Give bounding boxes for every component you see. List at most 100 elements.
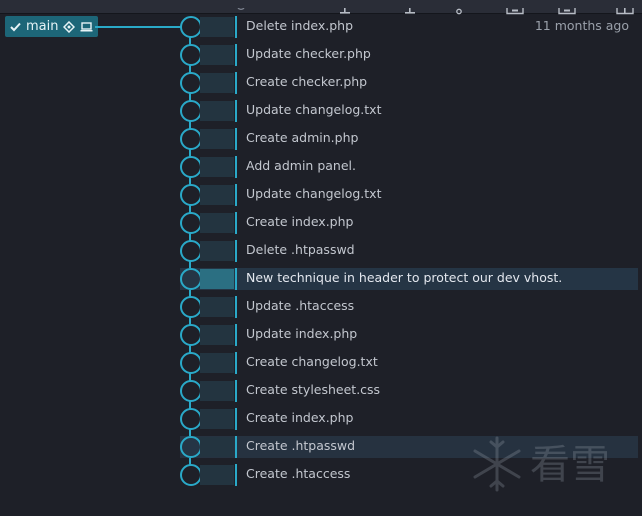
commit-row[interactable]: Update changelog.txt xyxy=(180,184,638,206)
commit-message: Create index.php xyxy=(246,214,354,229)
laptop-icon xyxy=(80,21,93,32)
commit-trail xyxy=(200,269,234,289)
toolbar xyxy=(0,0,642,15)
commit-row[interactable]: Update .htaccess xyxy=(180,296,638,318)
commit-row[interactable]: Create checker.php xyxy=(180,72,638,94)
commit-message: Update checker.php xyxy=(246,46,371,61)
commit-node[interactable] xyxy=(180,408,202,430)
commit-node[interactable] xyxy=(180,100,202,122)
branch-icon[interactable] xyxy=(454,0,464,15)
commit-trail xyxy=(200,465,234,485)
commit-row[interactable]: Create index.php xyxy=(180,212,638,234)
commit-node[interactable] xyxy=(180,240,202,262)
terminal-icon[interactable] xyxy=(616,0,634,15)
commit-trail xyxy=(200,213,234,233)
commit-trail xyxy=(200,73,234,93)
commit-divider xyxy=(235,324,237,346)
commit-node[interactable] xyxy=(180,16,202,38)
commit-divider xyxy=(235,16,237,38)
commit-row[interactable]: Delete .htpasswd xyxy=(180,240,638,262)
commit-divider xyxy=(235,212,237,234)
pull-icon[interactable] xyxy=(339,0,351,14)
commit-row[interactable]: Create index.php xyxy=(180,408,638,430)
commit-message: Update changelog.txt xyxy=(246,186,382,201)
refresh-icon[interactable] xyxy=(236,0,246,10)
svg-text:看雪: 看雪 xyxy=(530,442,610,488)
check-icon xyxy=(10,22,21,32)
branch-connector-line xyxy=(95,26,181,28)
commit-trail xyxy=(200,101,234,121)
commit-divider xyxy=(235,464,237,486)
commit-trail xyxy=(200,381,234,401)
commit-node[interactable] xyxy=(180,156,202,178)
commit-divider xyxy=(235,184,237,206)
commit-message: Create .htpasswd xyxy=(246,438,356,453)
commit-message: Create changelog.txt xyxy=(246,354,378,369)
commit-trail xyxy=(200,353,234,373)
commit-node[interactable] xyxy=(180,296,202,318)
commit-divider xyxy=(235,380,237,402)
commit-trail xyxy=(200,437,234,457)
commit-row[interactable]: Create changelog.txt xyxy=(180,352,638,374)
commit-date: 11 months ago xyxy=(534,18,629,33)
commit-message: Create admin.php xyxy=(246,130,359,145)
commit-divider xyxy=(235,128,237,150)
commit-divider xyxy=(235,100,237,122)
commit-node[interactable] xyxy=(180,464,202,486)
stash-icon[interactable] xyxy=(506,0,524,15)
commit-message: Update .htaccess xyxy=(246,298,355,313)
branch-name: main xyxy=(26,19,59,34)
commit-row[interactable]: Update index.php xyxy=(180,324,638,346)
commit-divider xyxy=(235,72,237,94)
commit-message: Create .htaccess xyxy=(246,466,351,481)
commit-divider xyxy=(235,408,237,430)
commit-divider xyxy=(235,296,237,318)
commit-trail xyxy=(200,325,234,345)
watermark-logo: 看雪 xyxy=(472,434,622,494)
commit-row[interactable]: Add admin panel. xyxy=(180,156,638,178)
commit-message: Create index.php xyxy=(246,410,354,425)
target-icon xyxy=(63,20,76,33)
commit-trail xyxy=(200,45,234,65)
commit-divider xyxy=(235,44,237,66)
commit-trail xyxy=(200,157,234,177)
commit-row[interactable]: New technique in header to protect our d… xyxy=(180,268,638,290)
commit-row[interactable]: Delete index.php 11 months ago xyxy=(180,16,638,38)
commit-row[interactable]: Create admin.php xyxy=(180,128,638,150)
commit-message: Delete .htpasswd xyxy=(246,242,355,257)
commit-message: Create checker.php xyxy=(246,74,368,89)
commit-message: Update index.php xyxy=(246,326,358,341)
push-icon[interactable] xyxy=(404,0,416,14)
commit-trail xyxy=(200,185,234,205)
commit-node[interactable] xyxy=(180,324,202,346)
commit-divider xyxy=(235,156,237,178)
commit-message: Create stylesheet.css xyxy=(246,382,381,397)
commit-node[interactable] xyxy=(180,352,202,374)
commit-node[interactable] xyxy=(180,72,202,94)
commit-divider xyxy=(235,436,237,458)
branch-badge-main[interactable]: main xyxy=(5,16,99,37)
commit-divider xyxy=(235,268,237,290)
commit-trail xyxy=(200,409,234,429)
commit-trail xyxy=(200,241,234,261)
commit-message: Add admin panel. xyxy=(246,158,356,173)
commit-node[interactable] xyxy=(180,436,202,458)
commit-row[interactable]: Update changelog.txt xyxy=(180,100,638,122)
commit-trail xyxy=(200,297,234,317)
commit-divider xyxy=(235,352,237,374)
commit-node[interactable] xyxy=(180,184,202,206)
pop-icon[interactable] xyxy=(558,0,576,15)
commit-row[interactable]: Create stylesheet.css xyxy=(180,380,638,402)
commit-node[interactable] xyxy=(180,268,202,290)
commit-node[interactable] xyxy=(180,44,202,66)
commit-trail xyxy=(200,129,234,149)
commit-divider xyxy=(235,240,237,262)
commit-node[interactable] xyxy=(180,380,202,402)
commit-message: Update changelog.txt xyxy=(246,102,382,117)
commit-row[interactable]: Update checker.php xyxy=(180,44,638,66)
commit-trail xyxy=(200,17,234,37)
commit-node[interactable] xyxy=(180,128,202,150)
commit-node[interactable] xyxy=(180,212,202,234)
commit-message: Delete index.php xyxy=(246,18,354,33)
commit-message: New technique in header to protect our d… xyxy=(246,270,563,285)
